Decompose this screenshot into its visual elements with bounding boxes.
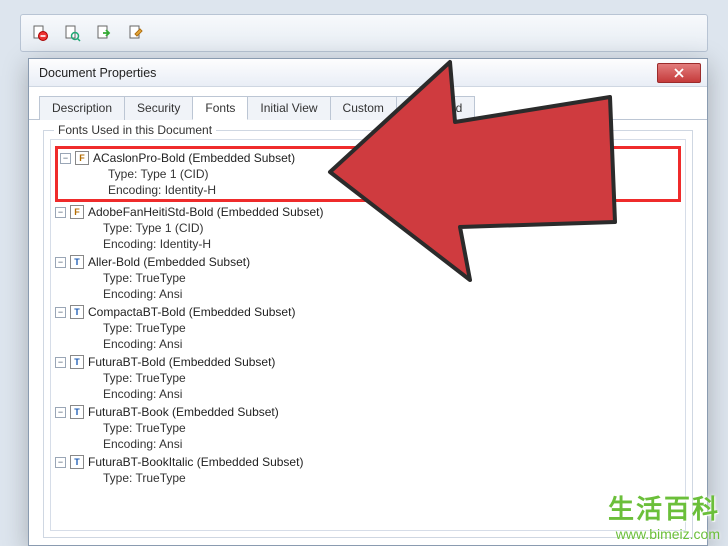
doc-search-icon[interactable]: [61, 22, 83, 44]
type1-font-icon: F: [75, 151, 89, 165]
font-node-header[interactable]: −T FuturaBT-Book (Embedded Subset): [55, 404, 681, 420]
truetype-font-icon: T: [70, 355, 84, 369]
font-type-line: Type: TrueType: [55, 370, 681, 386]
font-type-line: Type: TrueType: [55, 270, 681, 286]
font-node-header[interactable]: −T FuturaBT-Bold (Embedded Subset): [55, 354, 681, 370]
font-type-line: Type: TrueType: [55, 420, 681, 436]
font-node: −T CompactaBT-Bold (Embedded Subset)Type:…: [55, 304, 681, 352]
doc-export-icon[interactable]: [93, 22, 115, 44]
tab-security[interactable]: Security: [124, 96, 193, 120]
font-tree[interactable]: −FACaslonPro-Bold (Embedded Subset)Type:…: [50, 139, 686, 531]
font-name: AdobeFanHeitiStd-Bold (Embedded Subset): [88, 205, 323, 219]
truetype-font-icon: T: [70, 455, 84, 469]
font-name: Aller-Bold (Embedded Subset): [88, 255, 250, 269]
font-encoding-line: Encoding: Ansi: [55, 286, 681, 302]
tab-strip: DescriptionSecurityFontsInitial ViewCust…: [29, 87, 707, 120]
font-encoding-line: Encoding: Ansi: [55, 336, 681, 352]
font-encoding-line: Encoding: Identity-H: [60, 182, 676, 198]
doc-edit-icon[interactable]: [125, 22, 147, 44]
tab-description[interactable]: Description: [39, 96, 125, 120]
fonts-group: Fonts Used in this Document −FACaslonPro…: [43, 130, 693, 538]
expander-icon[interactable]: −: [55, 357, 66, 368]
expander-icon[interactable]: −: [55, 207, 66, 218]
font-encoding-line: Encoding: Identity-H: [55, 236, 681, 252]
font-node: −T FuturaBT-Bold (Embedded Subset)Type: T…: [55, 354, 681, 402]
expander-icon[interactable]: −: [55, 407, 66, 418]
dialog-titlebar: Document Properties: [29, 59, 707, 87]
expander-icon[interactable]: −: [55, 457, 66, 468]
font-name: FuturaBT-BookItalic (Embedded Subset): [88, 455, 303, 469]
fonts-panel: Fonts Used in this Document −FACaslonPro…: [29, 120, 707, 546]
font-encoding-line: Encoding: Ansi: [55, 436, 681, 452]
close-icon: [674, 68, 684, 78]
truetype-font-icon: T: [70, 305, 84, 319]
font-name: FuturaBT-Book (Embedded Subset): [88, 405, 279, 419]
tab-custom[interactable]: Custom: [330, 96, 397, 120]
font-node-header[interactable]: −F AdobeFanHeitiStd-Bold (Embedded Subset…: [55, 204, 681, 220]
font-node-header[interactable]: −T FuturaBT-BookItalic (Embedded Subset): [55, 454, 681, 470]
font-node-header[interactable]: −T CompactaBT-Bold (Embedded Subset): [55, 304, 681, 320]
font-type-line: Type: TrueType: [55, 470, 681, 486]
font-name: FuturaBT-Bold (Embedded Subset): [88, 355, 275, 369]
truetype-font-icon: T: [70, 255, 84, 269]
font-type-line: Type: Type 1 (CID): [55, 220, 681, 236]
close-button[interactable]: [657, 63, 701, 83]
app-toolbar: [20, 14, 708, 52]
font-node-header[interactable]: −F ACaslonPro-Bold (Embedded Subset): [60, 150, 676, 166]
tab-initial-view[interactable]: Initial View: [247, 96, 330, 120]
font-name: ACaslonPro-Bold (Embedded Subset): [93, 151, 295, 165]
font-node: −T FuturaBT-Book (Embedded Subset)Type: T…: [55, 404, 681, 452]
expander-icon[interactable]: −: [55, 257, 66, 268]
document-properties-dialog: Document Properties DescriptionSecurityF…: [28, 58, 708, 546]
font-type-line: Type: TrueType: [55, 320, 681, 336]
truetype-font-icon: T: [70, 405, 84, 419]
font-node: −T Aller-Bold (Embedded Subset)Type: True…: [55, 254, 681, 302]
font-encoding-line: Encoding: Ansi: [55, 386, 681, 402]
font-node: −F ACaslonPro-Bold (Embedded Subset)Type:…: [55, 146, 681, 202]
type1-font-icon: F: [70, 205, 84, 219]
expander-icon[interactable]: −: [60, 153, 71, 164]
tab-fonts[interactable]: Fonts: [192, 96, 248, 120]
doc-remove-icon[interactable]: [29, 22, 51, 44]
tab-advanced[interactable]: Advanced: [396, 96, 475, 120]
font-name: CompactaBT-Bold (Embedded Subset): [88, 305, 295, 319]
group-legend: Fonts Used in this Document: [54, 123, 216, 137]
font-node-header[interactable]: −T Aller-Bold (Embedded Subset): [55, 254, 681, 270]
dialog-title: Document Properties: [39, 66, 156, 80]
expander-icon[interactable]: −: [55, 307, 66, 318]
font-node: −F AdobeFanHeitiStd-Bold (Embedded Subset…: [55, 204, 681, 252]
font-type-line: Type: Type 1 (CID): [60, 166, 676, 182]
font-node: −T FuturaBT-BookItalic (Embedded Subset)T…: [55, 454, 681, 486]
